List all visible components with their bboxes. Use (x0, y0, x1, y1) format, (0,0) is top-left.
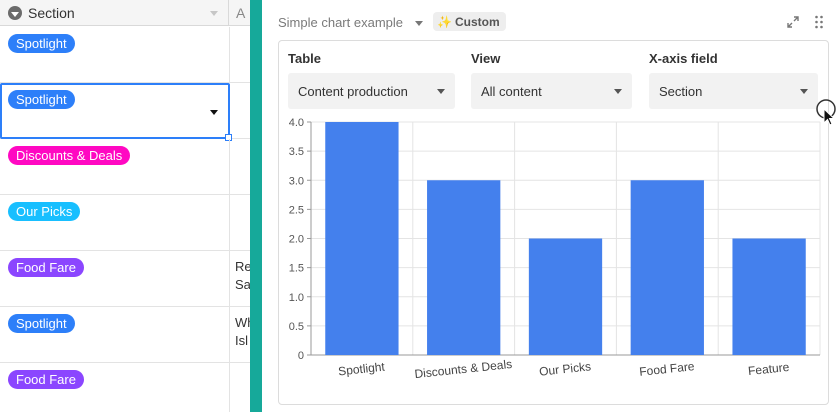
next-cell[interactable]: Wh Isl (230, 307, 250, 363)
table-select[interactable]: Content production (288, 73, 455, 109)
table-field-label: Table (288, 51, 321, 66)
grid-header: Section A (0, 0, 250, 26)
section-cell[interactable]: Food Fare (0, 363, 230, 412)
column-header-next[interactable]: A (230, 0, 250, 26)
sparkle-icon: ✨ (437, 14, 452, 29)
chevron-down-icon[interactable] (210, 11, 218, 16)
section-tag: Spotlight (8, 34, 75, 53)
y-tick-label: 0.5 (289, 321, 304, 333)
bar (630, 180, 704, 355)
section-tag: Our Picks (8, 202, 81, 221)
table-row[interactable]: Food Fare (0, 363, 250, 412)
table-row[interactable]: Spotlight (0, 83, 250, 141)
view-select[interactable]: All content (471, 73, 632, 109)
next-cell[interactable] (230, 83, 250, 139)
section-cell[interactable]: Spotlight (0, 27, 230, 83)
bar (528, 238, 603, 355)
view-select-value: All content (481, 83, 542, 99)
custom-badge-label: Custom (454, 14, 500, 29)
chevron-down-icon (800, 89, 808, 94)
column-header-section[interactable]: Section (0, 0, 229, 26)
bar-chart: 0 0.5 1.0 1.5 2.0 2.5 3.0 3.5 4.0 Spotlight Discou… (289, 117, 821, 381)
bar (427, 180, 501, 355)
table-row[interactable]: Our Picks (0, 195, 250, 251)
y-tick-label: 3.0 (289, 175, 304, 187)
x-tick-label: Food Fare (639, 359, 696, 379)
chevron-down-icon[interactable] (210, 110, 218, 115)
next-cell[interactable] (230, 27, 250, 83)
single-select-field-icon (8, 6, 22, 20)
chevron-down-icon[interactable] (415, 21, 423, 26)
cell-text-line: Sa (235, 277, 250, 292)
table-select-value: Content production (298, 83, 408, 99)
table-row[interactable]: Discounts & Deals (0, 139, 250, 195)
next-cell[interactable] (230, 139, 250, 195)
column-header-label: Section (28, 5, 75, 21)
x-tick-label: Spotlight (338, 360, 387, 379)
y-tick-label: 2.5 (289, 204, 304, 216)
y-tick-label: 3.5 (289, 146, 304, 158)
section-cell[interactable]: Our Picks (0, 195, 230, 251)
section-cell[interactable]: Discounts & Deals (0, 139, 230, 195)
y-tick-label: 0 (298, 350, 304, 362)
bar (325, 122, 399, 355)
xaxis-field-label: X-axis field (649, 51, 718, 66)
next-cell[interactable] (230, 363, 250, 412)
section-cell[interactable]: Spotlight (0, 83, 232, 141)
y-tick-label: 1.0 (289, 292, 304, 304)
custom-badge: ✨ Custom (433, 12, 506, 31)
section-tag: Spotlight (8, 90, 75, 109)
xaxis-select-value: Section (659, 83, 703, 99)
table-row[interactable]: Spotlight Wh Isl (0, 307, 250, 363)
bar (732, 238, 806, 355)
table-row[interactable]: Spotlight (0, 27, 250, 83)
chart-extension-panel: Simple chart example ✨ Custom Table Cont… (262, 0, 836, 412)
chevron-down-icon (437, 89, 445, 94)
section-cell[interactable]: Food Fare (0, 251, 230, 307)
next-cell[interactable] (230, 195, 250, 251)
section-tag: Food Fare (8, 258, 84, 277)
cell-text-line: Isl (235, 333, 248, 348)
section-tag: Spotlight (8, 314, 75, 333)
x-tick-label: Our Picks (538, 359, 591, 378)
x-tick-label: Feature (747, 360, 790, 378)
next-cell[interactable]: Re Sa (230, 251, 250, 307)
expand-icon[interactable] (787, 16, 799, 28)
section-tag: Food Fare (8, 370, 84, 389)
section-cell[interactable]: Spotlight (0, 307, 230, 363)
y-tick-label: 2.0 (289, 234, 304, 246)
drag-handle-icon[interactable] (814, 15, 824, 29)
panel-divider[interactable] (250, 0, 262, 412)
section-tag: Discounts & Deals (8, 146, 131, 165)
view-field-label: View (471, 51, 501, 66)
records-grid: Section A Spotlight Spotlight Discounts & … (0, 0, 250, 412)
chevron-down-icon (614, 89, 622, 94)
y-tick-label: 1.5 (289, 263, 304, 275)
mouse-cursor-icon (816, 99, 836, 126)
cell-text-line: Re (235, 259, 250, 274)
table-row[interactable]: Food Fare Re Sa (0, 251, 250, 307)
extension-title[interactable]: Simple chart example (278, 15, 403, 30)
y-tick-label: 4.0 (289, 117, 304, 129)
chart-card: Table Content production View All conten… (278, 40, 829, 405)
x-tick-label: Discounts & Deals (414, 357, 513, 381)
cell-text-line: Wh (235, 315, 250, 330)
xaxis-select[interactable]: Section (649, 73, 818, 109)
